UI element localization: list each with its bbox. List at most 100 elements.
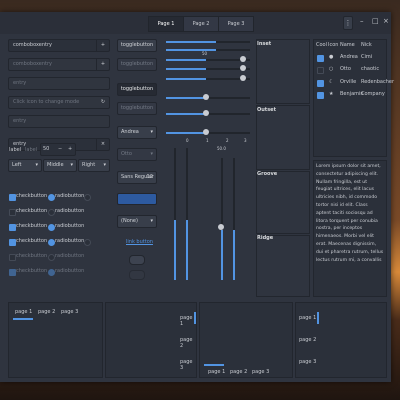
combobox-entry-text: comboboxentry: [13, 42, 53, 48]
notebook-tab[interactable]: page 1: [299, 315, 316, 321]
align-left-combo[interactable]: Left ▾: [8, 159, 42, 172]
refresh-icon[interactable]: ↻: [97, 97, 109, 108]
hscale-knob[interactable]: [203, 110, 209, 116]
entry-placeholder[interactable]: entry: [8, 77, 110, 90]
checkbutton-checked[interactable]: [9, 194, 16, 201]
hscale-2[interactable]: [166, 49, 250, 51]
notebook-top: page 1 page 2 page 3: [8, 302, 103, 378]
hscale-knob[interactable]: [203, 129, 209, 135]
tree-row-nick[interactable]: chaotic: [361, 66, 379, 72]
close-icon[interactable]: ×: [383, 17, 389, 25]
hscale-knob[interactable]: [203, 94, 209, 100]
checkbutton-inconsistent[interactable]: [9, 224, 16, 231]
notebook-tab[interactable]: page 3: [180, 359, 196, 371]
notebook-tab[interactable]: page 2: [180, 337, 196, 349]
hscale-knob[interactable]: [240, 65, 246, 71]
radiobutton-disabled-label: radiobutton: [55, 268, 85, 274]
tab-page-3[interactable]: Page 3: [218, 16, 254, 32]
notebook-tab[interactable]: page 1: [208, 369, 225, 375]
tree-header-icon[interactable]: Icon: [328, 42, 338, 48]
hscale-4[interactable]: [166, 68, 250, 70]
tree-row-check[interactable]: [317, 80, 324, 87]
text-view[interactable]: Lorem ipsum dolor sit amet, consectetur …: [313, 160, 387, 297]
checkbutton-checked-2[interactable]: [9, 239, 16, 246]
radiobutton-extra-2[interactable]: [84, 239, 91, 246]
toggle-button-active[interactable]: togglebutton: [117, 83, 157, 96]
notebook-tab[interactable]: page 1: [15, 309, 32, 315]
vscale-knob[interactable]: [218, 224, 224, 230]
radiobutton-disabled-selected: [48, 269, 55, 276]
clear-icon[interactable]: ×: [96, 139, 109, 150]
checkbutton-unchecked[interactable]: [9, 209, 16, 216]
radiobutton-selected[interactable]: [48, 194, 55, 201]
combo-andrea[interactable]: Andrea ▾: [117, 126, 157, 139]
notebook-tab[interactable]: page 3: [61, 309, 78, 315]
add-icon[interactable]: +: [96, 40, 109, 51]
tree-row-nick[interactable]: Company: [361, 91, 385, 97]
tree-header-name[interactable]: Name: [340, 42, 355, 48]
spin-button[interactable]: 50 − +: [40, 143, 76, 156]
align-right-combo[interactable]: Right ▾: [78, 159, 110, 172]
checkbutton-disabled-label: checkbutton: [16, 268, 48, 274]
scale-tick: 3: [244, 138, 247, 143]
menu-icon[interactable]: ⋮: [343, 16, 353, 30]
notebook-tab[interactable]: page 2: [299, 337, 316, 343]
radiobutton-label: radiobutton: [55, 208, 85, 214]
hscale-5[interactable]: [166, 78, 250, 80]
tree-row-nick[interactable]: Cimi: [361, 54, 372, 60]
vscale-4[interactable]: [233, 158, 235, 280]
notebook-tab[interactable]: page 3: [299, 359, 316, 365]
tab-page-1[interactable]: Page 1: [148, 16, 184, 32]
vscale-1[interactable]: [174, 148, 176, 280]
notebook-tab[interactable]: page 2: [230, 369, 247, 375]
file-chooser-button[interactable]: (None) ▾: [117, 215, 157, 228]
tree-row-icon: ●: [329, 54, 334, 60]
frame-ridge-title: Ridge: [257, 235, 274, 241]
tree-view: Cool Icon Name Nick ● Andrea Cimi ○ Otto…: [313, 39, 394, 157]
tree-row-check[interactable]: [317, 92, 324, 99]
tree-row-name[interactable]: Andrea: [340, 54, 358, 60]
align-middle-combo[interactable]: Middle ▾: [43, 159, 77, 172]
label-dim: label: [25, 147, 38, 153]
notebook-tab-indicator: [204, 364, 224, 366]
radiobutton-label: radiobutton: [55, 223, 85, 229]
main-window: Page 1 Page 2 Page 3 ⋮ – □ × comboboxent…: [0, 12, 394, 382]
switch-off[interactable]: [129, 255, 145, 265]
chevron-down-icon: ▾: [150, 129, 153, 135]
tree-header-cool[interactable]: Cool: [316, 42, 327, 48]
tree-header-nick[interactable]: Nick: [361, 42, 372, 48]
hscale-1[interactable]: [166, 41, 250, 43]
entry-mode[interactable]: Click icon to change mode ↻: [8, 96, 110, 109]
tab-page-2[interactable]: Page 2: [183, 16, 219, 32]
tree-row-check[interactable]: [317, 55, 324, 62]
tree-row-name[interactable]: Orville: [340, 79, 356, 85]
notebook-tab-indicator: [317, 312, 319, 324]
notebook-tab[interactable]: page 2: [38, 309, 55, 315]
hscale-3[interactable]: [166, 59, 250, 61]
radiobutton-inconsistent[interactable]: [48, 224, 55, 231]
font-button[interactable]: Sans Regular 12: [117, 171, 157, 184]
tree-row-nick[interactable]: Redenbacher: [361, 79, 394, 85]
radiobutton-label: radiobutton: [55, 193, 85, 199]
spin-plus-button[interactable]: +: [68, 144, 72, 155]
radiobutton-extra[interactable]: [84, 194, 91, 201]
color-button[interactable]: [117, 193, 157, 205]
chevron-down-icon: ▾: [103, 162, 106, 168]
tree-row-check[interactable]: [317, 67, 324, 74]
combobox-entry[interactable]: comboboxentry +: [8, 39, 110, 52]
notebook-tab[interactable]: page 3: [252, 369, 269, 375]
link-button[interactable]: link button: [126, 239, 153, 245]
maximize-icon[interactable]: □: [372, 17, 379, 25]
hscale-knob[interactable]: [240, 75, 246, 81]
radiobutton-unselected[interactable]: [48, 209, 55, 216]
checkbutton-label: checkbutton: [16, 238, 48, 244]
tree-row-name[interactable]: Otto: [340, 66, 351, 72]
hscale-knob[interactable]: [240, 56, 246, 62]
spin-minus-button[interactable]: −: [58, 144, 62, 155]
toggle-button[interactable]: togglebutton: [117, 39, 157, 52]
vscale-2[interactable]: [186, 148, 188, 280]
vscale-3[interactable]: [221, 158, 223, 280]
radiobutton-selected-2[interactable]: [48, 239, 55, 246]
minimize-icon[interactable]: –: [360, 17, 364, 25]
spin-value: 50: [43, 146, 50, 152]
